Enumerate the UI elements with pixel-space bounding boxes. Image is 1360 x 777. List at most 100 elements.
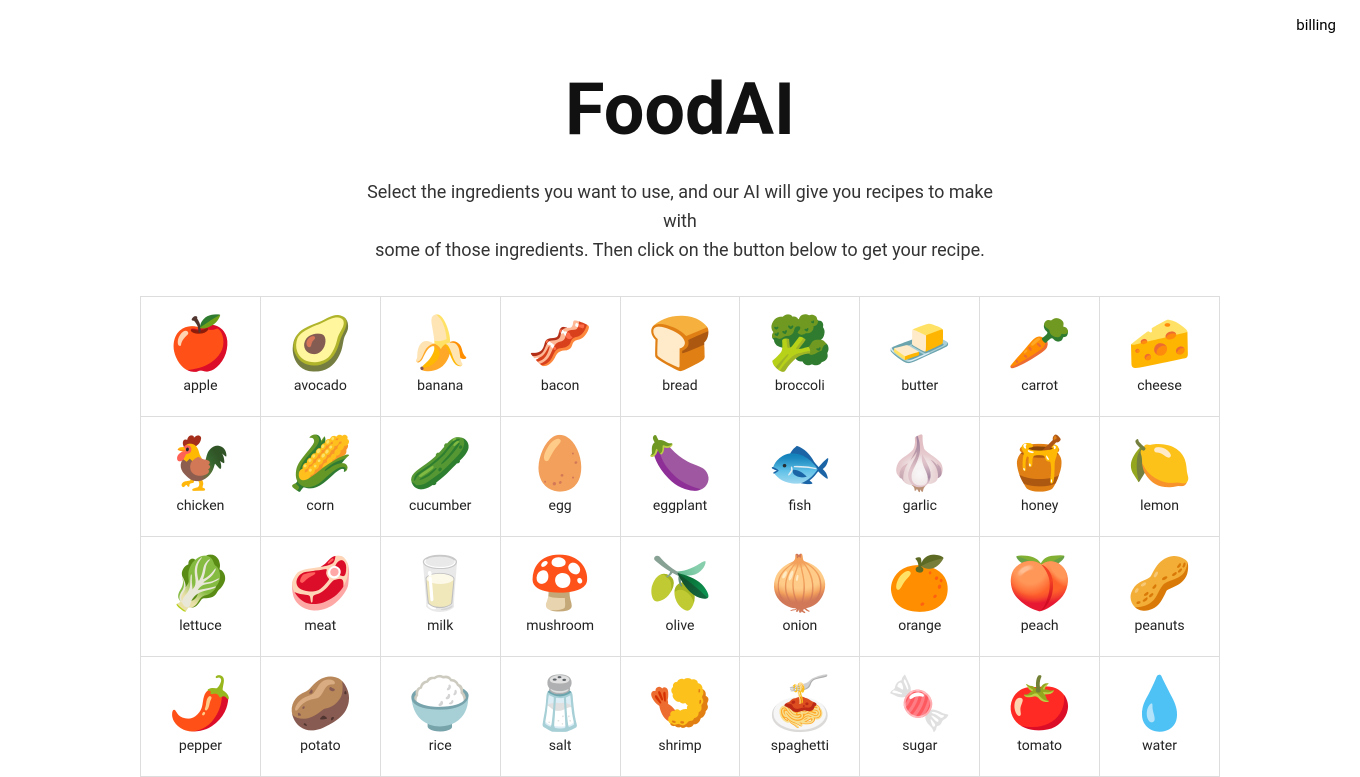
ingredient-cell-peach[interactable]: 🍑 peach (980, 537, 1100, 657)
billing-link[interactable]: billing (1296, 16, 1336, 34)
chicken-emoji: 🐓 (168, 438, 233, 490)
ingredient-cell-garlic[interactable]: 🧄garlic (860, 417, 980, 537)
ingredient-cell-sugar[interactable]: 🍬 sugar (860, 657, 980, 777)
ingredient-cell-eggplant[interactable]: 🍆 eggplant (621, 417, 741, 537)
ingredient-cell-water[interactable]: 💧 water (1100, 657, 1220, 777)
rice-label: rice (429, 738, 452, 754)
spaghetti-label: spaghetti (771, 738, 829, 754)
lettuce-label: lettuce (179, 618, 221, 634)
ingredient-cell-butter[interactable]: 🧈 butter (860, 297, 980, 417)
bacon-emoji: 🥓 (528, 318, 593, 370)
ingredient-cell-fish[interactable]: 🐟fish (740, 417, 860, 537)
ingredient-cell-meat[interactable]: 🥩meat (261, 537, 381, 657)
olive-label: olive (666, 618, 695, 634)
onion-label: onion (782, 618, 817, 634)
ingredient-cell-orange[interactable]: 🍊 orange (860, 537, 980, 657)
ingredient-cell-cheese[interactable]: 🧀 cheese (1100, 297, 1220, 417)
ingredient-cell-chicken[interactable]: 🐓 chicken (141, 417, 261, 537)
ingredient-cell-shrimp[interactable]: 🍤 shrimp (621, 657, 741, 777)
ingredient-cell-banana[interactable]: 🍌banana (381, 297, 501, 417)
chicken-label: chicken (176, 498, 224, 514)
salt-emoji: 🧂 (528, 678, 593, 730)
milk-emoji: 🥛 (408, 558, 473, 610)
ingredient-cell-salt[interactable]: 🧂 salt (501, 657, 621, 777)
pepper-label: pepper (179, 738, 222, 754)
lemon-label: lemon (1140, 498, 1179, 514)
eggplant-label: eggplant (653, 498, 707, 514)
ingredient-cell-mushroom[interactable]: 🍄 mushroom (501, 537, 621, 657)
ingredient-cell-spaghetti[interactable]: 🍝spaghetti (740, 657, 860, 777)
app-title: FoodAI (0, 70, 1360, 149)
ingredients-grid: 🍎 apple 🥑avocado🍌banana 🥓 bacon 🍞bread 🥦 brocco… (140, 296, 1220, 777)
ingredient-cell-avocado[interactable]: 🥑avocado (261, 297, 381, 417)
ingredient-cell-cucumber[interactable]: 🥒 cucumber (381, 417, 501, 537)
orange-label: orange (898, 618, 941, 634)
peach-emoji: 🍑 (1007, 558, 1072, 610)
sugar-label: sugar (902, 738, 937, 754)
ingredient-cell-rice[interactable]: 🍚rice (381, 657, 501, 777)
carrot-emoji: 🥕 (1007, 318, 1072, 370)
ingredient-cell-lettuce[interactable]: 🥬 lettuce (141, 537, 261, 657)
broccoli-label: broccoli (775, 378, 825, 394)
cheese-emoji: 🧀 (1127, 318, 1192, 370)
avocado-label: avocado (294, 378, 347, 394)
apple-emoji: 🍎 (168, 318, 233, 370)
potato-label: potato (300, 738, 340, 754)
sugar-emoji: 🍬 (887, 678, 952, 730)
subtitle-line1: Select the ingredients you want to use, … (367, 182, 993, 232)
cheese-label: cheese (1137, 378, 1182, 394)
honey-emoji: 🍯 (1007, 438, 1072, 490)
cucumber-label: cucumber (409, 498, 471, 514)
broccoli-emoji: 🥦 (768, 318, 833, 370)
fish-label: fish (789, 498, 812, 514)
garlic-label: garlic (903, 498, 937, 514)
mushroom-label: mushroom (526, 618, 594, 634)
bacon-label: bacon (541, 378, 580, 394)
potato-emoji: 🥔 (288, 678, 353, 730)
page-header: FoodAI (0, 50, 1360, 159)
meat-emoji: 🥩 (288, 558, 353, 610)
pepper-emoji: 🌶️ (168, 678, 233, 730)
shrimp-emoji: 🍤 (648, 678, 713, 730)
salt-label: salt (549, 738, 572, 754)
water-emoji: 💧 (1127, 678, 1192, 730)
carrot-label: carrot (1021, 378, 1058, 394)
ingredient-cell-bacon[interactable]: 🥓 bacon (501, 297, 621, 417)
ingredient-cell-peanuts[interactable]: 🥜 peanuts (1100, 537, 1220, 657)
egg-label: egg (549, 498, 572, 514)
ingredient-cell-olive[interactable]: 🫒olive (621, 537, 741, 657)
corn-emoji: 🌽 (288, 438, 353, 490)
apple-label: apple (183, 378, 217, 394)
ingredient-cell-carrot[interactable]: 🥕 carrot (980, 297, 1100, 417)
ingredient-cell-honey[interactable]: 🍯 honey (980, 417, 1100, 537)
cucumber-emoji: 🥒 (408, 438, 473, 490)
butter-emoji: 🧈 (887, 318, 952, 370)
ingredient-cell-bread[interactable]: 🍞bread (621, 297, 741, 417)
tomato-emoji: 🍅 (1007, 678, 1072, 730)
bread-emoji: 🍞 (648, 318, 713, 370)
ingredient-cell-broccoli[interactable]: 🥦 broccoli (740, 297, 860, 417)
ingredient-cell-pepper[interactable]: 🌶️ pepper (141, 657, 261, 777)
peanuts-label: peanuts (1134, 618, 1184, 634)
orange-emoji: 🍊 (887, 558, 952, 610)
ingredient-cell-milk[interactable]: 🥛milk (381, 537, 501, 657)
ingredient-cell-tomato[interactable]: 🍅tomato (980, 657, 1100, 777)
mushroom-emoji: 🍄 (528, 558, 593, 610)
peanuts-emoji: 🥜 (1127, 558, 1192, 610)
lettuce-emoji: 🥬 (168, 558, 233, 610)
ingredient-cell-lemon[interactable]: 🍋lemon (1100, 417, 1220, 537)
peach-label: peach (1021, 618, 1059, 634)
ingredient-cell-onion[interactable]: 🧅 onion (740, 537, 860, 657)
top-nav: billing (0, 0, 1360, 50)
ingredient-cell-apple[interactable]: 🍎 apple (141, 297, 261, 417)
shrimp-label: shrimp (658, 738, 701, 754)
honey-label: honey (1021, 498, 1058, 514)
ingredient-cell-egg[interactable]: 🥚egg (501, 417, 621, 537)
subtitle-line2: some of those ingredients. Then click on… (375, 240, 985, 261)
ingredient-cell-corn[interactable]: 🌽corn (261, 417, 381, 537)
onion-emoji: 🧅 (768, 558, 833, 610)
ingredient-cell-potato[interactable]: 🥔 potato (261, 657, 381, 777)
eggplant-emoji: 🍆 (648, 438, 713, 490)
butter-label: butter (901, 378, 938, 394)
water-label: water (1142, 738, 1177, 754)
